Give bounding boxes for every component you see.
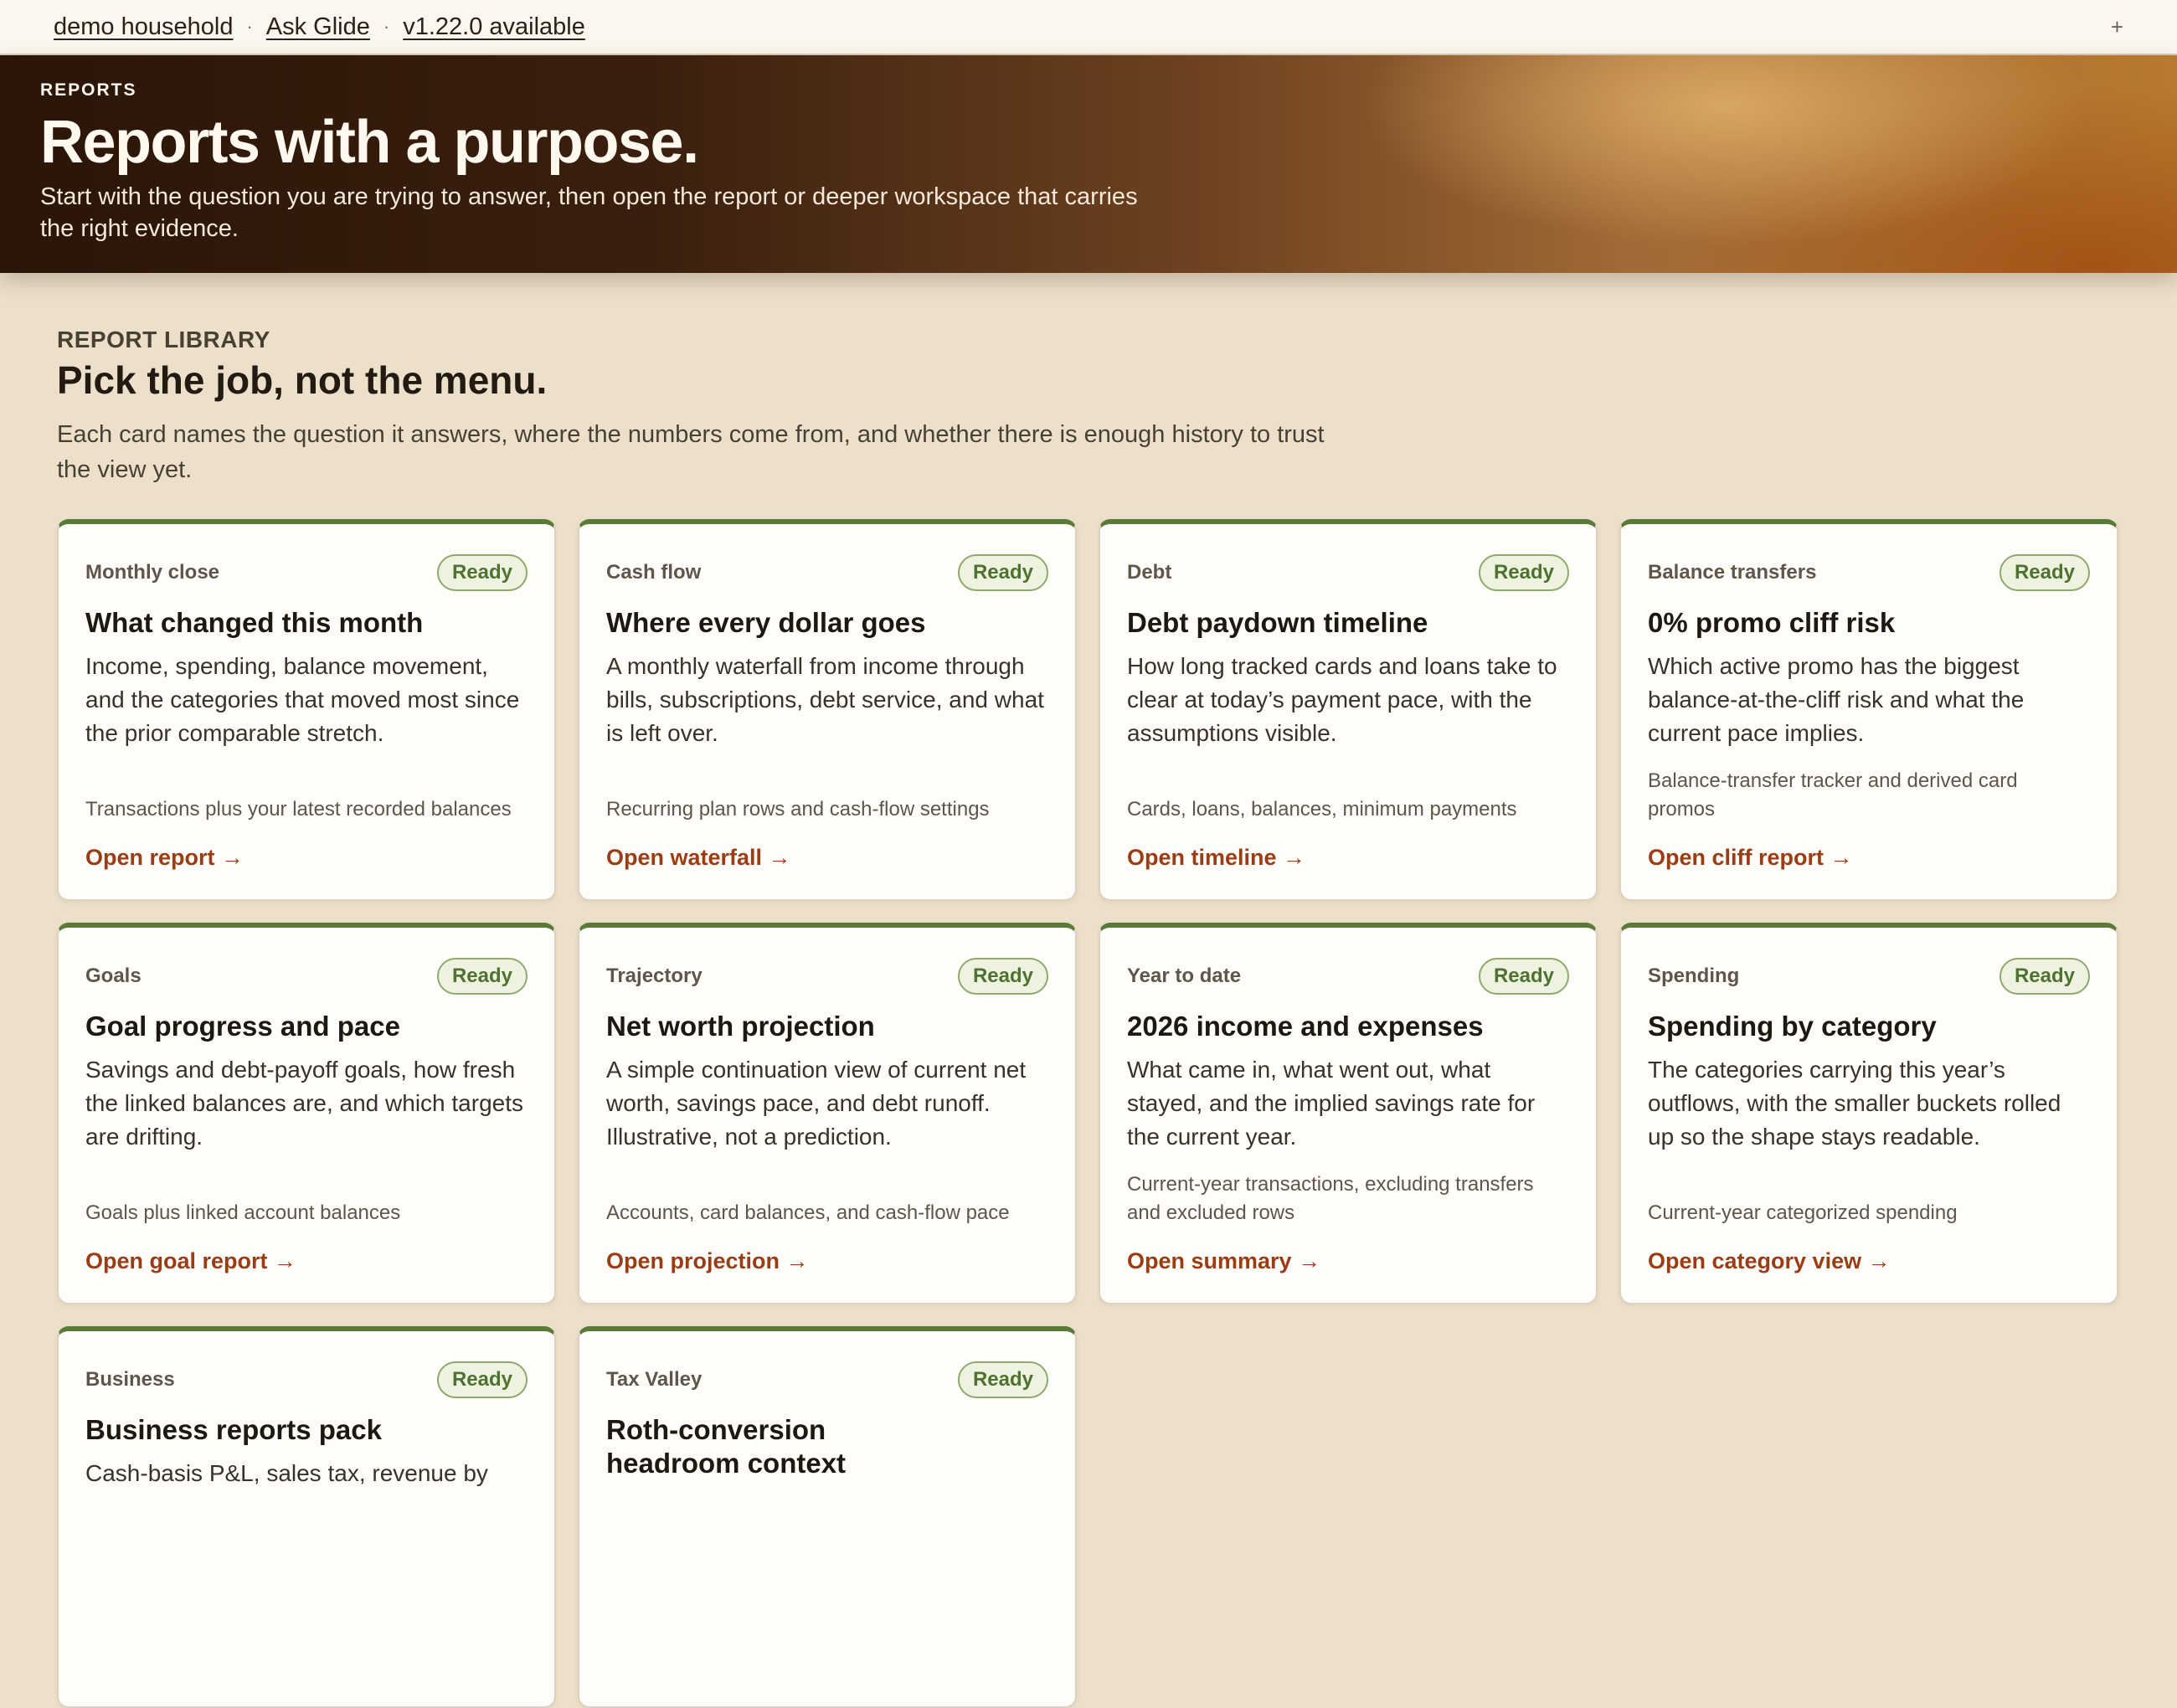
separator: · bbox=[246, 16, 253, 37]
status-badge: Ready bbox=[957, 958, 1048, 995]
card-kicker: Goals bbox=[85, 965, 142, 987]
version-update-link[interactable]: v1.22.0 available bbox=[403, 13, 585, 41]
open-report-link[interactable]: Open report → bbox=[85, 845, 244, 871]
plus-icon[interactable]: + bbox=[2111, 14, 2123, 40]
card-title: Debt paydown timeline bbox=[1127, 607, 1428, 638]
card-source: Recurring plan rows and cash-flow settin… bbox=[606, 798, 990, 821]
report-card: Spending Ready Spending by category The … bbox=[1619, 923, 2118, 1304]
card-description: A monthly waterfall from income through … bbox=[606, 653, 1044, 746]
report-card: Year to date Ready 2026 income and expen… bbox=[1099, 923, 1598, 1304]
card-title: Spending by category bbox=[1648, 1011, 1937, 1042]
card-source: Cards, loans, balances, minimum payments bbox=[1127, 798, 1517, 821]
library-title: Pick the job, not the menu. bbox=[57, 358, 548, 402]
report-card: Monthly close Ready What changed this mo… bbox=[57, 519, 556, 901]
status-badge: Ready bbox=[1478, 554, 1569, 591]
report-card: Goals Ready Goal progress and pace Savin… bbox=[57, 923, 556, 1304]
hero-subtitle: Start with the question you are trying t… bbox=[40, 183, 1138, 242]
open-timeline-link[interactable]: Open timeline → bbox=[1127, 845, 1305, 871]
library-eyebrow: REPORT LIBRARY bbox=[57, 327, 270, 352]
card-title: 2026 income and expenses bbox=[1127, 1011, 1484, 1042]
card-kicker: Monthly close bbox=[85, 561, 220, 584]
report-card: Cash flow Ready Where every dollar goes … bbox=[578, 519, 1077, 901]
card-description: Which active promo has the biggest balan… bbox=[1648, 653, 2025, 746]
status-badge: Ready bbox=[957, 554, 1048, 591]
card-description: A simple continuation view of current ne… bbox=[606, 1057, 1027, 1150]
status-badge: Ready bbox=[1999, 958, 2090, 995]
card-kicker: Spending bbox=[1648, 965, 1740, 987]
card-description: Cash-basis P&L, sales tax, revenue by bbox=[85, 1460, 488, 1486]
status-badge: Ready bbox=[436, 958, 528, 995]
card-title: Business reports pack bbox=[85, 1414, 382, 1445]
card-title: Net worth projection bbox=[606, 1011, 875, 1042]
card-source: Accounts, card balances, and cash-flow p… bbox=[606, 1201, 1010, 1224]
card-title: 0% promo cliff risk bbox=[1648, 607, 1896, 638]
card-source: Current-year categorized spending bbox=[1648, 1201, 1958, 1224]
card-kicker: Business bbox=[85, 1368, 175, 1391]
open-summary-link[interactable]: Open summary → bbox=[1127, 1248, 1320, 1274]
status-badge: Ready bbox=[436, 1361, 528, 1398]
card-description: What came in, what went out, what stayed… bbox=[1127, 1057, 1536, 1150]
status-badge: Ready bbox=[1478, 958, 1569, 995]
report-library-header: REPORT LIBRARY Pick the job, not the men… bbox=[57, 327, 2120, 487]
status-badge: Ready bbox=[957, 1361, 1048, 1398]
open-goal-report-link[interactable]: Open goal report → bbox=[85, 1248, 296, 1274]
card-source: Transactions plus your latest recorded b… bbox=[85, 798, 512, 821]
card-kicker: Year to date bbox=[1127, 965, 1242, 987]
report-card-grid: Monthly close Ready What changed this mo… bbox=[57, 519, 2120, 1708]
report-card: Trajectory Ready Net worth projection A … bbox=[578, 923, 1077, 1304]
card-kicker: Cash flow bbox=[606, 561, 702, 584]
card-description: Income, spending, balance movement, and … bbox=[85, 653, 520, 746]
report-card: Tax Valley Ready Roth-conversion headroo… bbox=[578, 1326, 1077, 1708]
hero-banner: REPORTS Reports with a purpose. Start wi… bbox=[0, 55, 2177, 273]
open-waterfall-link[interactable]: Open waterfall → bbox=[606, 845, 791, 871]
report-card: Debt Ready Debt paydown timeline How lon… bbox=[1099, 519, 1598, 901]
card-kicker: Trajectory bbox=[606, 965, 703, 987]
card-title: Goal progress and pace bbox=[85, 1011, 400, 1042]
card-title: Where every dollar goes bbox=[606, 607, 926, 638]
card-source: Current-year transactions, excluding tra… bbox=[1127, 1173, 1534, 1224]
separator: · bbox=[383, 16, 390, 37]
card-kicker: Tax Valley bbox=[606, 1368, 703, 1391]
card-kicker: Debt bbox=[1127, 561, 1172, 584]
top-bar: demo household · Ask Glide · v1.22.0 ava… bbox=[0, 0, 2177, 55]
status-badge: Ready bbox=[1999, 554, 2090, 591]
library-lede: Each card names the question it answers,… bbox=[57, 421, 1325, 483]
report-card: Business Ready Business reports pack Cas… bbox=[57, 1326, 556, 1708]
household-link[interactable]: demo household bbox=[54, 13, 233, 41]
report-card: Balance transfers Ready 0% promo cliff r… bbox=[1619, 519, 2118, 901]
card-description: The categories carrying this year’s outf… bbox=[1648, 1057, 2061, 1150]
open-category-view-link[interactable]: Open category view → bbox=[1648, 1248, 1891, 1274]
card-source: Balance-transfer tracker and derived car… bbox=[1648, 769, 2018, 821]
open-cliff-report-link[interactable]: Open cliff report → bbox=[1648, 845, 1853, 871]
status-badge: Ready bbox=[436, 554, 528, 591]
card-kicker: Balance transfers bbox=[1648, 561, 1817, 584]
hero-eyebrow: REPORTS bbox=[40, 80, 137, 100]
card-description: Savings and debt-payoff goals, how fresh… bbox=[85, 1057, 523, 1150]
card-description: How long tracked cards and loans take to… bbox=[1127, 653, 1557, 746]
card-title: What changed this month bbox=[85, 607, 424, 638]
card-source: Goals plus linked account balances bbox=[85, 1201, 401, 1224]
page-title: Reports with a purpose. bbox=[40, 109, 699, 176]
card-title: Roth-conversion headroom context bbox=[606, 1414, 847, 1479]
ask-glide-link[interactable]: Ask Glide bbox=[266, 13, 370, 41]
open-projection-link[interactable]: Open projection → bbox=[606, 1248, 809, 1274]
